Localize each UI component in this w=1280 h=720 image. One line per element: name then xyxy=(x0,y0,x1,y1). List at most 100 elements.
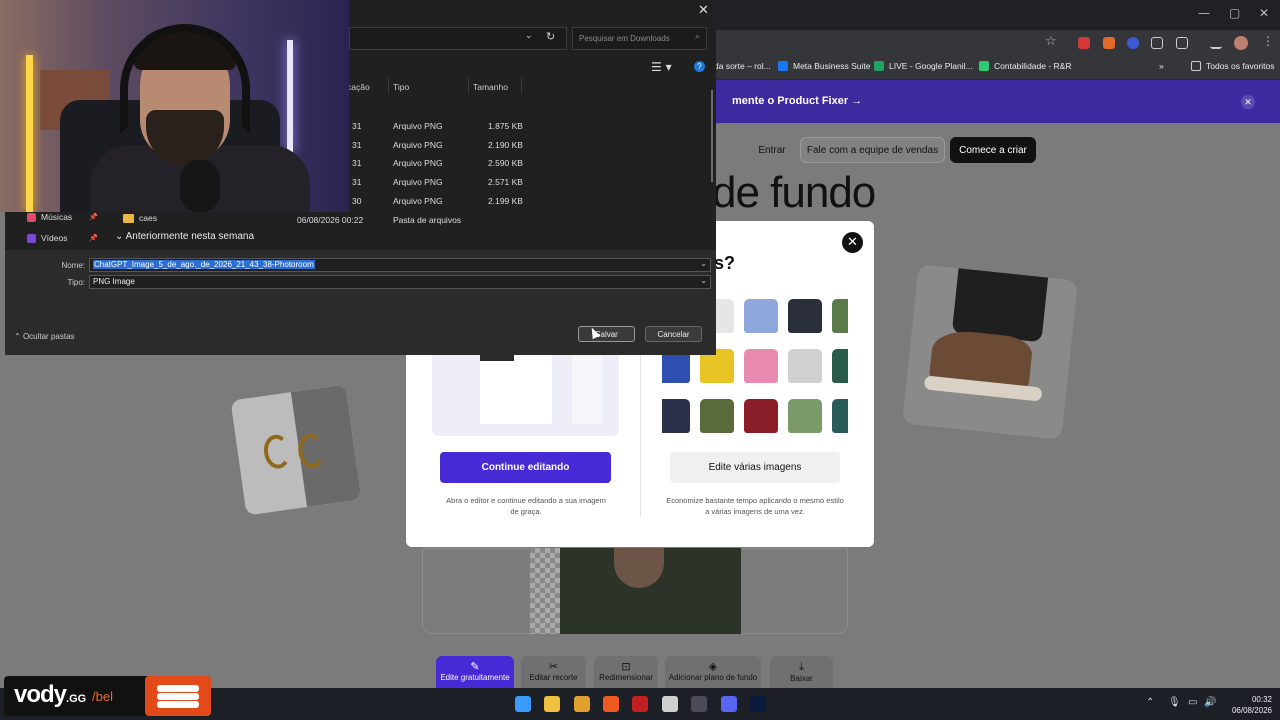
continue-editing-button[interactable]: Continue editando xyxy=(440,452,611,483)
maximize-icon[interactable]: ▢ xyxy=(1229,6,1240,20)
bookmark-item[interactable]: Contabilidade - R&R xyxy=(979,61,1071,71)
file-date: 31 xyxy=(352,140,362,150)
sidebar-item-videos[interactable]: Vídeos xyxy=(27,233,67,243)
file-explorer-icon[interactable] xyxy=(544,696,560,712)
file-size: 2.571 KB xyxy=(488,177,523,187)
tshirt-icon xyxy=(832,299,848,333)
vody-name: vody xyxy=(14,681,67,708)
extension-icon[interactable] xyxy=(1151,37,1163,49)
view-options-icon[interactable]: ☰ ▾ xyxy=(651,60,672,74)
vody-gg: .GG xyxy=(66,693,87,705)
bookmark-label: Meta Business Suite xyxy=(793,61,871,71)
chevron-down-icon[interactable]: ⌄ xyxy=(525,31,533,41)
network-icon[interactable]: ▭ xyxy=(1188,697,1197,708)
chevron-down-icon[interactable]: ⌄ xyxy=(700,259,707,268)
extension-icon[interactable] xyxy=(1127,37,1139,49)
profile-avatar-icon[interactable] xyxy=(1234,36,1248,50)
pin-icon[interactable]: 📌 xyxy=(89,213,98,221)
search-input[interactable]: Pesquisar em Downloads ⌕ xyxy=(572,27,707,50)
sheets-icon xyxy=(874,61,884,71)
login-link[interactable]: Entrar xyxy=(752,137,792,163)
star-icon[interactable]: ☆ xyxy=(1045,34,1057,49)
scrollbar[interactable] xyxy=(711,90,713,182)
bookmark-label: da sorte – rol... xyxy=(714,61,771,71)
sidebar-item-label: Músicas xyxy=(41,212,73,222)
refresh-icon[interactable]: ↻ xyxy=(546,30,555,43)
meta-icon xyxy=(778,61,788,71)
windows-start-icon[interactable] xyxy=(515,696,531,712)
extension-icon[interactable] xyxy=(1103,37,1115,49)
pin-icon[interactable]: 📌 xyxy=(89,234,98,242)
chevron-down-icon[interactable]: ⌄ xyxy=(700,276,707,285)
start-creating-button[interactable]: Comece a criar xyxy=(950,137,1036,163)
chevron-up-icon[interactable]: ⌃ xyxy=(1146,697,1154,708)
file-date: 30 xyxy=(352,196,362,206)
cancel-button[interactable]: Cancelar xyxy=(645,326,702,342)
hide-folders-toggle[interactable]: ⌃ Ocultar pastas xyxy=(14,332,75,341)
group-header[interactable]: ⌄ Anteriormente nesta semana xyxy=(115,231,254,242)
modal-question: s? xyxy=(714,253,736,273)
column-header-type[interactable]: Tipo xyxy=(393,82,409,92)
add-background-button[interactable]: ◈ Adicionar plano de fundo xyxy=(665,656,761,688)
file-type: Arquivo PNG xyxy=(393,140,443,150)
download-button[interactable]: ⤓ Baixar xyxy=(770,656,833,688)
volume-icon[interactable]: 🔊 xyxy=(1204,697,1216,708)
bookmark-item[interactable]: Meta Business Suite xyxy=(778,61,870,71)
app-icon[interactable] xyxy=(691,696,707,712)
badge-bar xyxy=(157,701,199,708)
edit-cutout-button[interactable]: ✂ Editar recorte xyxy=(521,656,586,688)
close-icon[interactable]: ✕ xyxy=(698,3,709,18)
folder-row[interactable]: caes xyxy=(123,213,157,223)
help-icon[interactable]: ? xyxy=(694,61,705,72)
pencil-icon: ✎ xyxy=(470,660,480,673)
column-header-size[interactable]: Tamanho xyxy=(473,82,508,92)
column-header-date[interactable]: cação xyxy=(347,82,370,92)
brave-icon[interactable] xyxy=(603,696,619,712)
filetype-select[interactable]: PNG Image ⌄ xyxy=(89,275,711,289)
column-separator xyxy=(521,78,522,94)
minimize-icon[interactable]: — xyxy=(1198,6,1210,20)
close-icon[interactable]: ✕ xyxy=(1241,95,1255,109)
extension-icon[interactable] xyxy=(1078,37,1090,49)
system-clock[interactable]: 00:32 06/08/2026 xyxy=(1218,694,1272,716)
resize-button[interactable]: ⊡ Redimensionar xyxy=(594,656,658,688)
layers-icon: ◈ xyxy=(708,660,718,673)
chrome-icon[interactable] xyxy=(574,696,590,712)
close-icon[interactable]: ✕ xyxy=(842,232,863,253)
obs-icon[interactable] xyxy=(662,696,678,712)
tshirt-icon xyxy=(788,299,822,333)
continue-description: Abra o editor e continue editando a sua … xyxy=(446,496,606,516)
tool-label: Baixar xyxy=(790,674,813,683)
bookmark-item[interactable]: LIVE - Google Planil... xyxy=(874,61,973,71)
edit-multiple-button[interactable]: Edite várias imagens xyxy=(670,452,840,483)
filename-value: ChatGPT_Image_5_de_ago._de_2026_21_43_38… xyxy=(93,260,315,269)
menu-icon[interactable]: ⋮ xyxy=(1262,34,1274,48)
divider xyxy=(640,347,641,517)
puzzle-icon[interactable] xyxy=(1176,37,1188,49)
streamer-app-icon[interactable] xyxy=(632,696,648,712)
microphone-icon[interactable]: 🎙 xyxy=(1168,697,1181,708)
promo-text: mente o Product Fixer → xyxy=(732,95,863,107)
badge-bar xyxy=(157,693,199,700)
download-icon[interactable] xyxy=(1210,37,1222,49)
filename-input[interactable]: ChatGPT_Image_5_de_ago._de_2026_21_43_38… xyxy=(89,258,711,272)
column-separator xyxy=(388,78,389,94)
file-type: Arquivo PNG xyxy=(393,177,443,187)
bookmark-item[interactable]: da sorte – rol... xyxy=(714,61,771,71)
sidebar-item-music[interactable]: Músicas xyxy=(27,212,72,222)
photoshop-icon[interactable] xyxy=(750,696,766,712)
contact-sales-button[interactable]: Fale com a equipe de vendas xyxy=(800,137,945,163)
discord-icon[interactable] xyxy=(721,696,737,712)
earring-sample-image xyxy=(230,384,362,516)
shoe-sample-image xyxy=(902,264,1078,440)
address-bar[interactable] xyxy=(349,27,567,50)
close-window-icon[interactable]: ✕ xyxy=(1259,6,1269,20)
file-date: 31 xyxy=(352,177,362,187)
filetype-value: PNG Image xyxy=(93,277,135,286)
all-favorites[interactable]: Todos os favoritos xyxy=(1191,61,1275,71)
folder-type: Pasta de arquivos xyxy=(393,215,462,225)
edit-free-button[interactable]: ✎ Edite gratuitamente xyxy=(436,656,514,688)
save-button[interactable]: Salvar xyxy=(578,326,635,342)
bookmarks-overflow-icon[interactable]: » xyxy=(1159,61,1164,71)
tshirt-icon xyxy=(744,399,778,433)
